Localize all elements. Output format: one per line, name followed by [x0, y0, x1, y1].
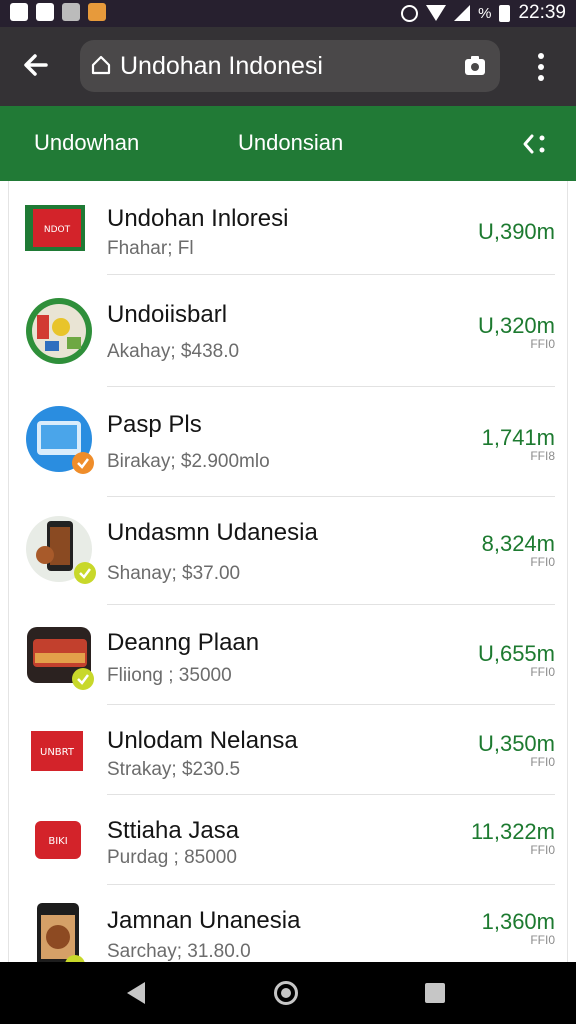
status-left-icons [10, 3, 106, 21]
tab-undonsian[interactable]: Undonsian [238, 130, 343, 156]
item-title: Unlodam Nelansa [107, 727, 298, 754]
menu-dot [538, 53, 544, 59]
food-dish-icon [25, 623, 94, 691]
item-unit: FFI0 [530, 843, 555, 857]
item-subtitle: Fliiong ; 35000 [107, 665, 232, 686]
svg-text:NDOT: NDOT [44, 225, 71, 235]
tab-undowhan[interactable]: Undowhan [34, 130, 139, 156]
browser-toolbar: Undohan Indonesi [0, 27, 576, 106]
item-unit: FFI0 [530, 933, 555, 947]
item-value: 11,322m [471, 819, 555, 844]
back-arrow-icon[interactable] [16, 45, 56, 85]
svg-text:UNBRT: UNBRT [40, 747, 75, 758]
red-flag-icon: NDOT [25, 203, 93, 253]
link-icon [62, 3, 80, 21]
list-item[interactable]: Undasmn Udanesia Shanay; $37.00 8,324m F… [9, 497, 567, 605]
item-value: 1,741m [481, 425, 555, 450]
list-item[interactable]: Undoiisbarl Akahay; $438.0 U,320m FFI0 [9, 275, 567, 387]
item-title: Undohan Inloresi [107, 205, 289, 232]
item-subtitle: Birakay; $2.900mlo [107, 451, 270, 472]
signal-icon [454, 5, 471, 21]
system-nav-bar [0, 962, 576, 1024]
item-title: Undoiisbarl [107, 301, 228, 328]
phone-meal-icon [25, 901, 93, 962]
image-icon [10, 3, 28, 21]
menu-dot [538, 64, 544, 70]
item-subtitle: Akahay; $438.0 [107, 341, 240, 362]
nav-home-dot [281, 988, 291, 998]
url-bar[interactable]: Undohan Indonesi [80, 40, 500, 92]
item-unit: FFI0 [530, 755, 555, 769]
red-sign-icon: UNBRT [25, 727, 93, 775]
list-item[interactable]: Deanng Plaan Fliiong ; 35000 U,655m FFI0 [9, 605, 567, 705]
status-time: 22:39 [518, 2, 566, 23]
item-subtitle: Shanay; $37.00 [107, 563, 241, 584]
overflow-menu-icon[interactable] [526, 49, 556, 85]
item-value: U,655m [477, 641, 555, 666]
home-icon[interactable] [90, 54, 112, 76]
phone-food-icon [25, 515, 96, 584]
item-subtitle: Purdag ; 85000 [107, 847, 237, 868]
item-subtitle: Sarchay; 31.80.0 [107, 941, 251, 962]
svg-text:BIKI: BIKI [48, 836, 67, 847]
item-title: Deanng Plaan [107, 629, 260, 656]
status-right-icons: % 22:39 [401, 2, 566, 24]
wifi-icon [426, 5, 447, 21]
list-item[interactable]: UNBRT Unlodam Nelansa Strakay; $230.5 U,… [9, 705, 567, 795]
list-item[interactable]: Pasp Pls Birakay; $2.900mlo 1,741m FFI8 [9, 387, 567, 497]
item-value: U,320m [477, 313, 555, 338]
results-list: NDOT Undohan Inloresi Fhahar; Fl U,390m … [8, 181, 568, 962]
list-item[interactable]: Jamnan Unanesia Sarchay; 31.80.0 1,360m … [9, 885, 567, 962]
item-unit: FFI0 [530, 665, 555, 679]
list-item[interactable]: NDOT Undohan Inloresi Fhahar; Fl U,390m [9, 181, 567, 275]
item-unit: FFI0 [530, 555, 555, 569]
nav-home-icon[interactable] [274, 981, 298, 1005]
item-title: Pasp Pls [107, 411, 202, 438]
item-title: Undasmn Udanesia [107, 519, 318, 546]
item-subtitle: Fhahar; Fl [107, 238, 194, 259]
status-bar: % 22:39 [0, 0, 576, 27]
item-value: U,390m [477, 219, 555, 244]
lens-icon[interactable] [462, 53, 488, 79]
nav-back-icon[interactable] [127, 982, 145, 1004]
notification-icon [36, 3, 54, 21]
app-collage-icon [25, 297, 93, 365]
back-arrow-graphic [24, 54, 48, 76]
share-icon[interactable] [520, 130, 550, 158]
url-text[interactable]: Undohan Indonesi [120, 52, 323, 81]
item-title: Jamnan Unanesia [107, 907, 301, 934]
battery-icon [499, 4, 511, 22]
list-item[interactable]: BIKI Sttiaha Jasa Purdag ; 85000 11,322m… [9, 795, 567, 885]
item-value: 1,360m [481, 909, 555, 934]
item-title: Sttiaha Jasa [107, 817, 240, 844]
app-icon [88, 3, 106, 21]
item-subtitle: Strakay; $230.5 [107, 759, 241, 780]
item-unit: FFI0 [530, 337, 555, 351]
battery-percent: % [478, 4, 492, 22]
item-value: 8,324m [481, 531, 555, 556]
nav-recents-icon[interactable] [425, 983, 445, 1003]
menu-dot [538, 75, 544, 81]
item-unit: FFI8 [530, 449, 555, 463]
tablet-app-icon [25, 405, 94, 474]
section-header: Undowhan Undonsian [0, 106, 576, 181]
alarm-icon [401, 4, 419, 22]
item-value: U,350m [477, 731, 555, 756]
red-badge-icon: BIKI [25, 817, 93, 863]
